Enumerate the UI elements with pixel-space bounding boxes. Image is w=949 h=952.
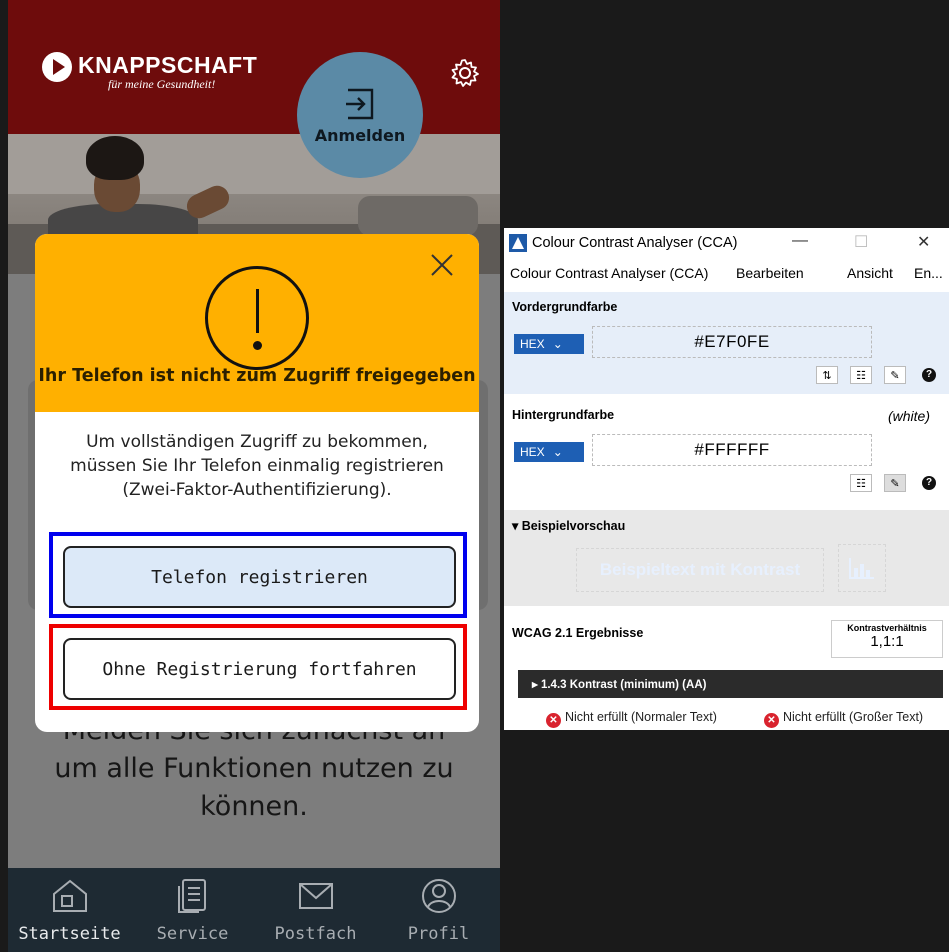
nav-item-profil[interactable]: Profil (379, 868, 499, 952)
foreground-format-select[interactable]: HEX ⌄ (514, 334, 584, 354)
background-panel: Hintergrundfarbe HEX ⌄ #FFFFFF ☷ ✎ ? (504, 398, 949, 502)
dialog-message-line: Um vollständigen Zugriff zu bekommen, (86, 432, 428, 452)
result-1-4-3-large: ✕ Nicht erfüllt (Großer Text) (764, 710, 949, 728)
nav-label: Profil (407, 924, 470, 944)
menu-item-ansicht[interactable]: Ansicht (847, 265, 893, 281)
brand-slogan: für meine Gesundheit! (108, 77, 216, 91)
nav-label: Postfach (274, 924, 357, 944)
menu-item-cca[interactable]: Colour Contrast Analyser (CCA) (510, 265, 708, 281)
phone-app-screen: KNAPPSCHAFT für meine Gesundheit! Anmeld… (8, 0, 500, 952)
preview-chart-icon (838, 544, 886, 592)
menu-item-more[interactable]: En... (914, 265, 943, 281)
eyedropper-icon[interactable]: ✎ (884, 474, 906, 492)
dialog-message-line: müssen Sie Ihr Telefon einmalig registri… (70, 456, 444, 476)
fail-icon: ✕ (764, 713, 779, 728)
menu-bar: Colour Contrast Analyser (CCA) Bearbeite… (504, 262, 949, 286)
close-window-button[interactable]: ✕ (917, 232, 930, 252)
settings-gear-icon[interactable] (450, 58, 480, 88)
format-label: HEX (520, 337, 545, 351)
results-label: WCAG 2.1 Ergebnisse (512, 626, 644, 640)
format-label: HEX (520, 445, 545, 459)
login-label: Anmelden (314, 125, 406, 145)
profile-icon (421, 879, 456, 913)
service-icon (177, 879, 206, 913)
login-arrow-icon (346, 88, 374, 119)
minimize-button[interactable]: — (792, 232, 808, 250)
maximize-button[interactable]: ☐ (854, 232, 868, 252)
foreground-label: Vordergrundfarbe (512, 300, 618, 314)
warning-icon (205, 266, 309, 370)
registration-dialog: Ihr Telefon ist nicht zum Zugriff freige… (35, 234, 479, 732)
nav-item-postfach[interactable]: Postfach (256, 868, 376, 952)
preview-label[interactable]: ▾ Beispielvorschau (512, 518, 625, 533)
help-icon[interactable]: ? (918, 366, 940, 384)
dialog-message-line: (Zwei-Faktor-Authentifizierung). (122, 480, 392, 500)
eyedropper-icon[interactable]: ✎ (884, 366, 906, 384)
contrast-ratio-label: Kontrastverhältnis (847, 623, 927, 633)
home-icon (52, 879, 87, 912)
swap-colors-icon[interactable]: ⇅ (816, 366, 838, 384)
cca-window: Colour Contrast Analyser (CCA) — ☐ ✕ Col… (504, 228, 949, 730)
sliders-icon[interactable]: ☷ (850, 366, 872, 384)
window-title: Colour Contrast Analyser (CCA) (532, 235, 738, 251)
foreground-panel: Vordergrundfarbe HEX ⌄ #E7F0FE ⇅ ☷ ✎ ? (504, 292, 949, 394)
fail-icon: ✕ (546, 713, 561, 728)
background-label: Hintergrundfarbe (512, 408, 615, 422)
menu-item-bearbeiten[interactable]: Bearbeiten (736, 265, 804, 281)
nav-label: Service (156, 924, 229, 944)
login-button[interactable]: Anmelden (297, 52, 423, 178)
preview-panel: ▾ Beispielvorschau Beispieltext mit Kont… (504, 510, 949, 606)
foreground-hex-input[interactable]: #E7F0FE (592, 326, 872, 358)
background-format-select[interactable]: HEX ⌄ (514, 442, 584, 462)
brand-name: KNAPPSCHAFT (78, 52, 258, 78)
result-1-4-3-normal: ✕ Nicht erfüllt (Normaler Text) (546, 710, 736, 728)
bottom-navigation: Startseite Service Postfach Profil (8, 868, 500, 952)
contrast-ratio-value: 1,1:1 (870, 633, 904, 650)
chevron-down-icon: ⌄ (552, 445, 563, 459)
background-color-name: (white) (888, 408, 931, 424)
nav-label: Startseite (18, 924, 121, 944)
preview-sample-text: Beispieltext mit Kontrast (576, 548, 824, 592)
nav-item-startseite[interactable]: Startseite (10, 868, 130, 952)
cca-titlebar: Colour Contrast Analyser (CCA) — ☐ ✕ (504, 228, 949, 258)
continue-without-registration-button[interactable]: Ohne Registrierung fortfahren (63, 638, 456, 700)
result-text: Nicht erfüllt (Normaler Text) (565, 710, 717, 724)
help-icon[interactable]: ? (918, 474, 940, 492)
close-icon[interactable] (429, 252, 455, 278)
logo-mark-icon (42, 52, 72, 82)
mail-icon (298, 883, 333, 909)
cca-app-icon (509, 234, 527, 252)
contrast-ratio-box: Kontrastverhältnis 1,1:1 (831, 620, 943, 658)
brand-logo: KNAPPSCHAFT für meine Gesundheit! (42, 52, 257, 90)
result-text: Nicht erfüllt (Großer Text) (783, 710, 924, 724)
register-phone-button[interactable]: Telefon registrieren (63, 546, 456, 608)
dialog-message: Um vollständigen Zugriff zu bekommen, mü… (35, 430, 479, 502)
criterion-1-4-3-header[interactable]: ▸ 1.4.3 Kontrast (minimum) (AA) (518, 670, 943, 698)
background-hex-input[interactable]: #FFFFFF (592, 434, 872, 466)
chevron-down-icon: ⌄ (552, 337, 563, 351)
dialog-title: Ihr Telefon ist nicht zum Zugriff freige… (38, 366, 476, 386)
nav-item-service[interactable]: Service (133, 868, 253, 952)
sliders-icon[interactable]: ☷ (850, 474, 872, 492)
desktop-background (504, 730, 949, 952)
